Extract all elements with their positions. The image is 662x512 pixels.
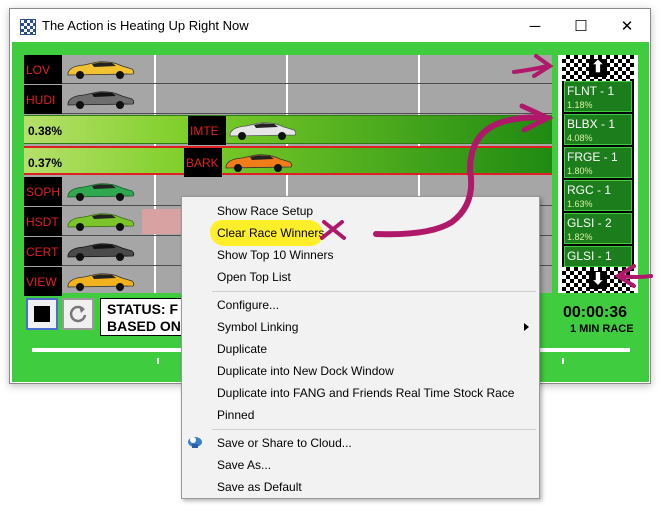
lane-symbol: LOV	[24, 55, 62, 84]
leaderboard-item[interactable]: FLNT - 1 1.18%	[564, 81, 632, 112]
status-box: STATUS: F BASED ON	[100, 298, 190, 336]
menu-separator	[212, 291, 536, 292]
status-basis-text: BASED ON	[107, 318, 181, 334]
leaderboard-item[interactable]: GLSI - 1	[564, 246, 632, 267]
leaderboard-item[interactable]: RGC - 1 1.63%	[564, 180, 632, 211]
title-bar[interactable]: The Action is Heating Up Right Now ─ ☐ ✕	[10, 9, 650, 43]
submenu-arrow-icon	[524, 323, 529, 331]
race-lane[interactable]: 0.37% BARK	[24, 146, 552, 177]
menu-item-symbol-linking[interactable]: Symbol Linking	[217, 320, 298, 334]
menu-item-duplicate[interactable]: Duplicate	[217, 342, 267, 356]
race-lane[interactable]: 0.38% IMTE	[24, 115, 552, 145]
menu-item-save-as-default[interactable]: Save as Default	[217, 480, 302, 494]
leaderboard-item[interactable]: GLSI - 2 1.82%	[564, 213, 632, 244]
leader-percent: 4.08%	[567, 133, 593, 143]
checkered-flag-icon	[20, 19, 36, 35]
leaderboard-scroll-down[interactable]: ⬇	[562, 267, 634, 293]
menu-item-save-share-cloud[interactable]: Save or Share to Cloud...	[217, 436, 352, 450]
race-length: 1 MIN RACE	[570, 323, 634, 335]
menu-separator	[212, 429, 536, 430]
maximize-button[interactable]: ☐	[558, 9, 604, 43]
leaderboard: ⬆ FLNT - 1 1.18% BLBX - 1 4.08% FRGE - 1…	[558, 55, 638, 293]
race-car-icon	[225, 154, 293, 172]
lane-symbol: IMTE	[188, 116, 226, 145]
status-text: STATUS: F	[107, 301, 179, 317]
menu-item-show-top-10-winners[interactable]: Show Top 10 Winners	[217, 248, 334, 262]
progress-tick	[562, 358, 564, 364]
menu-item-pinned[interactable]: Pinned	[217, 408, 254, 422]
restart-button[interactable]	[62, 298, 94, 330]
race-lane[interactable]: LOV	[24, 55, 552, 84]
stop-icon	[34, 306, 50, 322]
context-menu: Show Race Setup Clear Race Winners Show …	[181, 196, 540, 499]
race-car-icon	[67, 243, 135, 261]
race-car-icon	[67, 273, 135, 291]
menu-item-show-race-setup[interactable]: Show Race Setup	[217, 204, 313, 218]
leader-symbol: GLSI - 2	[567, 216, 612, 230]
leader-percent: 1.82%	[567, 232, 593, 242]
close-button[interactable]: ✕	[604, 9, 650, 43]
minimize-button[interactable]: ─	[512, 9, 558, 43]
race-lane[interactable]: HUDI	[24, 85, 552, 114]
menu-item-configure[interactable]: Configure...	[217, 298, 279, 312]
lane-symbol: HSDT	[24, 207, 62, 236]
lane-symbol: HUDI	[24, 85, 62, 114]
race-car-icon	[229, 122, 297, 140]
cloud-icon	[188, 437, 202, 448]
race-car-icon	[67, 61, 135, 79]
lane-position-marker	[142, 209, 182, 234]
menu-item-save-as[interactable]: Save As...	[217, 458, 271, 472]
progress-tick	[157, 358, 159, 364]
leaderboard-item[interactable]: BLBX - 1 4.08%	[564, 114, 632, 145]
down-arrow-icon: ⬇	[589, 271, 607, 289]
leaderboard-scroll-up[interactable]: ⬆	[562, 55, 634, 81]
race-car-icon	[67, 213, 135, 231]
leader-symbol: GLSI - 1	[567, 249, 612, 263]
race-car-icon	[67, 183, 135, 201]
leader-symbol: RGC - 1	[567, 183, 612, 197]
up-arrow-icon: ⬆	[589, 59, 607, 77]
menu-item-duplicate-fang[interactable]: Duplicate into FANG and Friends Real Tim…	[217, 386, 514, 400]
stop-button[interactable]	[26, 298, 58, 330]
race-timer: 00:00:36	[563, 304, 628, 321]
lane-symbol: VIEW	[24, 267, 62, 296]
menu-item-open-top-list[interactable]: Open Top List	[217, 270, 291, 284]
lane-percent-change: 0.38%	[28, 124, 63, 138]
leader-symbol: FLNT - 1	[567, 84, 615, 98]
restart-icon	[69, 305, 87, 323]
leader-percent: 1.80%	[567, 166, 593, 176]
race-car-icon	[67, 91, 135, 109]
lane-symbol: SOPH	[24, 177, 62, 206]
lane-symbol: CERT	[24, 237, 62, 266]
window-title: The Action is Heating Up Right Now	[42, 18, 249, 33]
leader-symbol: FRGE - 1	[567, 150, 618, 164]
lane-symbol: BARK	[184, 148, 222, 177]
lane-percent-change: 0.37%	[28, 156, 63, 170]
menu-item-clear-race-winners[interactable]: Clear Race Winners	[217, 226, 324, 240]
leader-symbol: BLBX - 1	[567, 117, 616, 131]
leaderboard-item[interactable]: FRGE - 1 1.80%	[564, 147, 632, 178]
leader-percent: 1.18%	[567, 100, 593, 110]
leader-percent: 1.63%	[567, 199, 593, 209]
menu-item-duplicate-dock[interactable]: Duplicate into New Dock Window	[217, 364, 394, 378]
